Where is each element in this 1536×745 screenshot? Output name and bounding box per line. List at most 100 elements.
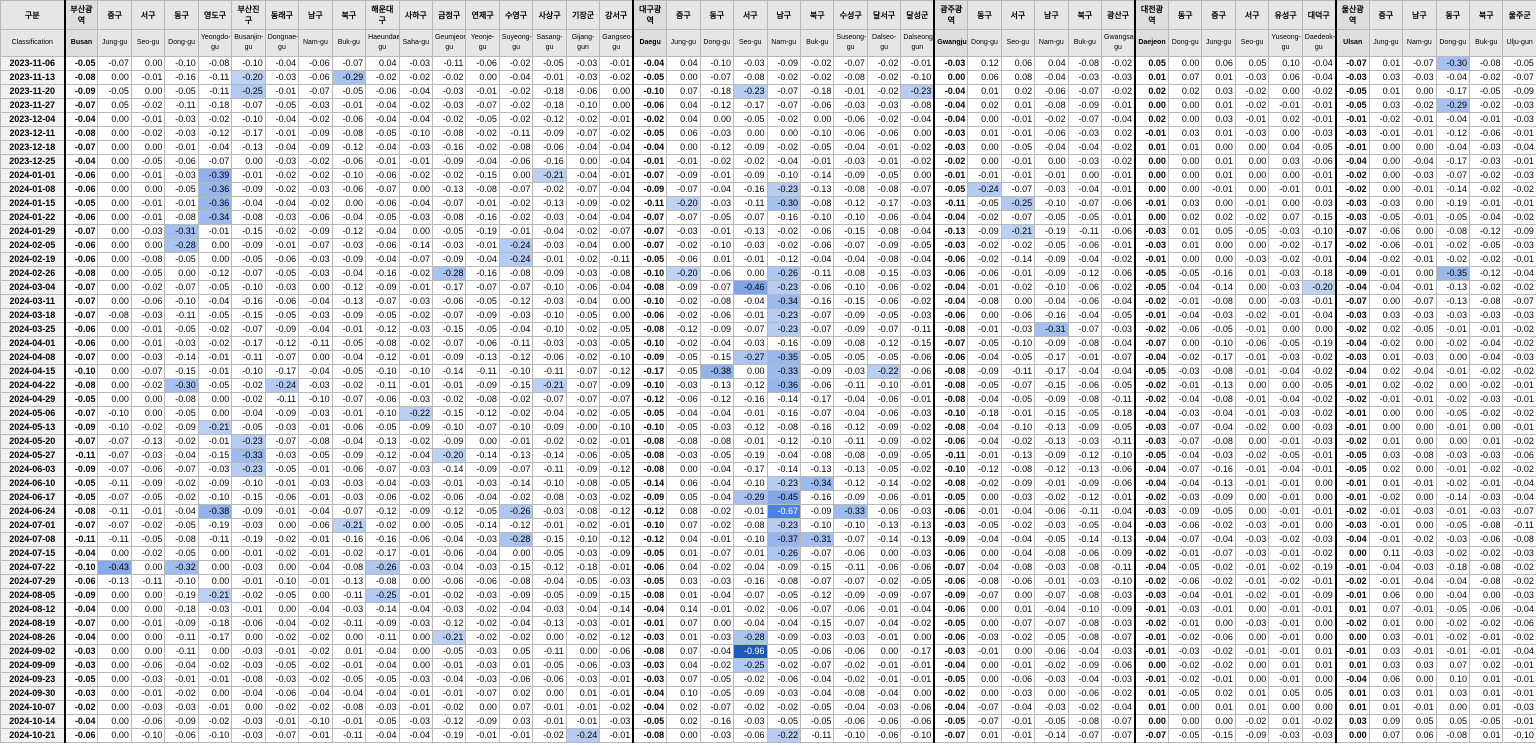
cell-value: -0.02 — [565, 112, 601, 127]
cell-value: 0.04 — [365, 56, 400, 71]
cell-value: -0.13 — [498, 448, 534, 463]
cell-value: -0.04 — [733, 616, 768, 631]
cell-value: -0.01 — [1034, 168, 1069, 183]
cell-value: -0.01 — [465, 728, 500, 743]
cell-value: -0.01 — [1000, 126, 1036, 141]
cell-value: -0.21 — [532, 378, 567, 393]
cell-value: -0.03 — [130, 224, 166, 239]
cell-value: 0.03 — [1368, 686, 1404, 701]
cell-value: -0.01 — [1402, 238, 1437, 253]
cell-value: -0.14 — [632, 476, 668, 491]
cell-value: -0.07 — [766, 84, 801, 99]
cell-value: -0.03 — [532, 210, 567, 225]
cell-value: -0.11 — [164, 308, 199, 323]
cell-value: -0.07 — [331, 56, 367, 71]
cell-value: -0.02 — [1469, 546, 1504, 561]
column-header: 기장군 — [565, 0, 601, 30]
cell-value: -0.03 — [565, 490, 601, 505]
cell-value: -0.11 — [197, 70, 233, 85]
cell-value: -0.02 — [1234, 588, 1270, 603]
cell-value: -0.03 — [1234, 616, 1270, 631]
cell-value: -0.04 — [1334, 154, 1370, 169]
cell-value: -0.02 — [1469, 406, 1504, 421]
cell-value: -0.12 — [967, 462, 1002, 477]
cell-value: -0.02 — [197, 112, 233, 127]
cell-value: -0.08 — [833, 70, 868, 85]
cell-value: 0.00 — [1402, 266, 1437, 281]
cell-value: -0.13 — [365, 434, 400, 449]
cell-value: 0.04 — [1034, 56, 1069, 71]
cell-value: -0.21 — [1000, 224, 1036, 239]
cell-value: 0.00 — [967, 112, 1002, 127]
cell-value: 0.07 — [1167, 70, 1203, 85]
cell-value: -0.07 — [1067, 728, 1103, 743]
column-header-en: Jung-gu — [1201, 29, 1236, 57]
cell-value: 0.00 — [599, 98, 634, 113]
cell-value: -0.05 — [1268, 336, 1303, 351]
cell-value: 0.01 — [1469, 434, 1504, 449]
cell-value: 0.00 — [565, 644, 601, 659]
cell-value: -0.10 — [164, 574, 199, 589]
cell-value: 0.02 — [1201, 686, 1236, 701]
cell-value: -0.01 — [1368, 126, 1404, 141]
cell-value: -0.09 — [398, 504, 433, 519]
cell-value: -0.08 — [130, 252, 166, 267]
cell-value: 0.00 — [398, 182, 433, 197]
cell-value: -0.02 — [197, 714, 233, 729]
cell-value: 0.00 — [1167, 336, 1203, 351]
cell-value: -0.02 — [1301, 546, 1337, 561]
cell-value: -0.07 — [1000, 378, 1036, 393]
cell-value: -0.08 — [164, 532, 199, 547]
cell-value: -0.08 — [565, 504, 601, 519]
cell-value: -0.10 — [1034, 280, 1069, 295]
cell-value: -0.02 — [1402, 98, 1437, 113]
cell-value: -0.06 — [799, 238, 835, 253]
cell-value: -0.02 — [1334, 168, 1370, 183]
cell-value: -0.09 — [465, 714, 500, 729]
cell-value: -0.02 — [1502, 364, 1536, 379]
cell-value: -0.04 — [1469, 210, 1504, 225]
cell-value: -0.11 — [532, 462, 567, 477]
cell-value: -0.04 — [1268, 364, 1303, 379]
cell-value: -0.23 — [766, 280, 801, 295]
cell-value: -0.05 — [1067, 406, 1103, 421]
cell-value: -0.02 — [465, 126, 500, 141]
cell-value: -0.02 — [1133, 616, 1169, 631]
cell-value: -0.34 — [799, 476, 835, 491]
cell-value: 0.00 — [967, 602, 1002, 617]
cell-value: -0.07 — [63, 98, 99, 113]
cell-value: 0.03 — [1435, 686, 1471, 701]
cell-value: -0.02 — [1167, 658, 1203, 673]
cell-value: -0.02 — [766, 658, 801, 673]
table-row: 2024-06-03 -0.09 -0.07 -0.06 -0.07 -0.03 -0.23… — [0, 462, 1536, 477]
cell-value: -0.01 — [1402, 210, 1437, 225]
cell-value: 0.00 — [1201, 616, 1236, 631]
cell-value: -0.05 — [1435, 602, 1471, 617]
cell-value: -0.01 — [130, 616, 166, 631]
cell-value: -0.04 — [967, 434, 1002, 449]
column-header-en: Buk-gu — [1469, 29, 1504, 57]
cell-value: 0.00 — [1133, 168, 1169, 183]
cell-value: -0.02 — [599, 126, 634, 141]
column-header: 북구 — [799, 0, 835, 30]
cell-value: -0.04 — [799, 252, 835, 267]
cell-value: -0.03 — [1402, 560, 1437, 575]
cell-value: -0.02 — [599, 196, 634, 211]
cell-value: -0.09 — [833, 588, 868, 603]
column-header-en: Suyeong-gu — [498, 29, 534, 57]
cell-value: 0.00 — [97, 700, 132, 715]
cell-value: -0.14 — [431, 462, 467, 477]
cell-value: 0.00 — [197, 560, 233, 575]
cell-value: -0.26 — [766, 546, 801, 561]
cell-value: 0.00 — [465, 434, 500, 449]
cell-value: -0.02 — [565, 630, 601, 645]
cell-value: -0.09 — [799, 364, 835, 379]
cell-value: 0.05 — [1234, 56, 1270, 71]
cell-value: -0.08 — [331, 126, 367, 141]
cell-value: 0.00 — [97, 280, 132, 295]
cell-value: -0.03 — [1402, 504, 1437, 519]
cell-value: -0.06 — [900, 364, 935, 379]
cell-value: -0.04 — [565, 168, 601, 183]
cell-value: -0.16 — [733, 574, 768, 589]
cell-value: -0.16 — [799, 420, 835, 435]
